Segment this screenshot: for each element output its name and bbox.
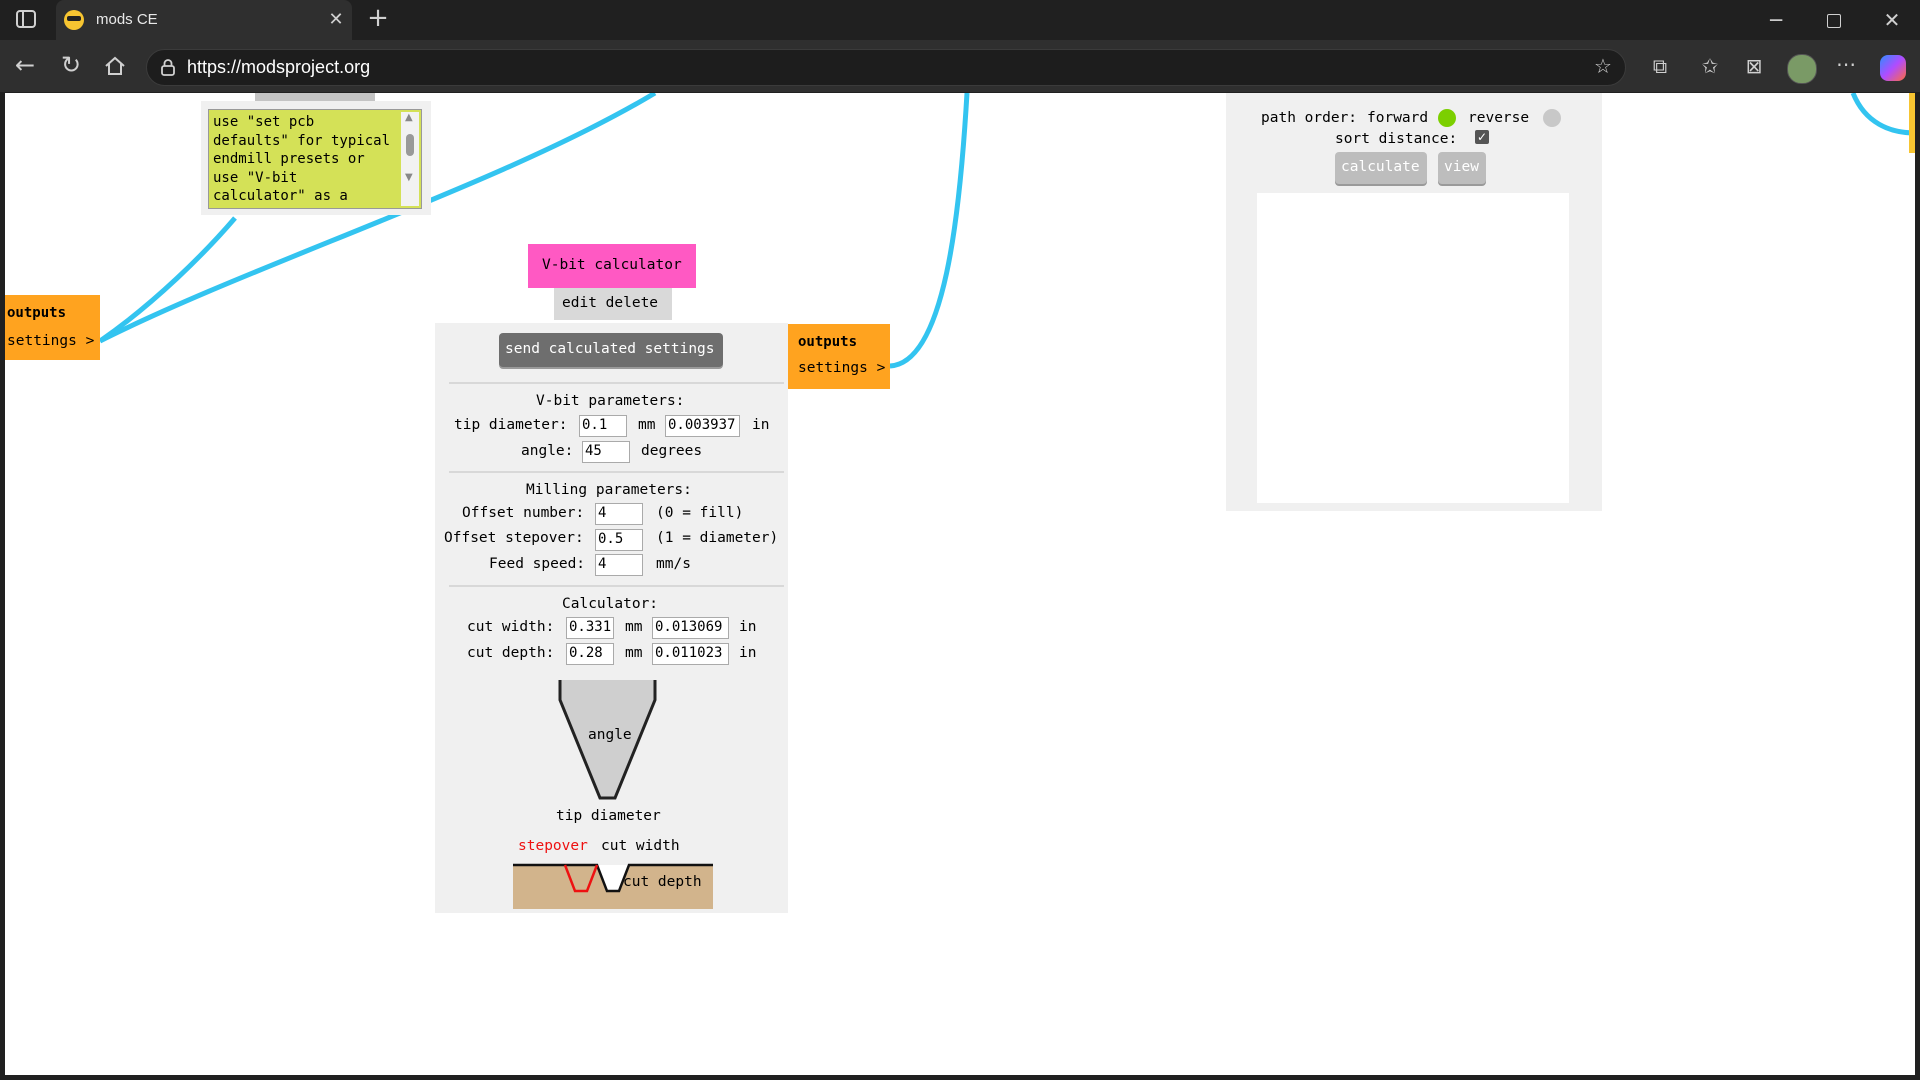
cut-depth-mm-input[interactable]: 0.28 (566, 643, 614, 665)
url-text[interactable]: https://modsproject.org (187, 57, 370, 78)
sidebar-toggle-icon[interactable] (14, 10, 38, 32)
tip-diameter-in-input[interactable]: 0.003937 (665, 415, 740, 437)
vbit-title[interactable]: V-bit calculator (528, 244, 696, 288)
diagram-tip-label: tip diameter (556, 808, 661, 824)
feed-speed-label: Feed speed: (489, 556, 586, 572)
mm-unit: mm (625, 619, 643, 635)
browser-tab[interactable]: mods CE ✕ (56, 0, 352, 40)
note-text: use "set pcb defaults" for typical endmi… (213, 114, 391, 204)
view-button[interactable]: view (1438, 152, 1486, 184)
home-icon[interactable] (104, 56, 128, 78)
offset-number-input[interactable]: 4 (595, 503, 643, 525)
address-bar[interactable]: https://modsproject.org ☆ (146, 49, 1626, 86)
forward-radio[interactable] (1438, 109, 1456, 127)
offset-stepover-hint: (1 = diameter) (656, 530, 779, 546)
sort-distance-label: sort distance: (1335, 131, 1458, 147)
minimize-icon[interactable]: ─ (1764, 10, 1788, 30)
edit-delete-text[interactable]: edit delete (562, 295, 658, 311)
reverse-label: reverse (1468, 110, 1530, 126)
tip-diameter-label: tip diameter: (454, 417, 568, 433)
forward-label: forward (1367, 110, 1429, 126)
new-tab-icon[interactable]: + (366, 5, 390, 31)
note-scrollbar[interactable]: ▲ ▼ (401, 112, 419, 206)
outputs-panel-left: outputs settings > (5, 295, 100, 360)
diagram-cut-depth-label: cut depth (623, 874, 702, 890)
cut-depth-in-input[interactable]: 0.011023 (652, 643, 729, 665)
in-unit: in (752, 417, 770, 433)
separator (449, 382, 784, 384)
restore-icon[interactable] (1827, 14, 1841, 28)
feed-speed-unit: mm/s (656, 556, 691, 572)
outputs-panel-right: outputs settings > (788, 324, 890, 389)
sort-distance-checkbox[interactable]: ✓ (1475, 130, 1489, 144)
angle-label: angle: (521, 443, 574, 459)
offset-stepover-label: Offset stepover: (444, 530, 584, 546)
extensions-icon[interactable]: ⧉ (1648, 56, 1672, 76)
separator (449, 471, 784, 473)
note-textarea[interactable]: use "set pcb defaults" for typical endmi… (208, 109, 422, 209)
angle-input[interactable]: 45 (582, 441, 630, 463)
tab-favicon-icon (64, 10, 84, 30)
diagram-angle-label: angle (588, 727, 632, 743)
tab-title: mods CE (96, 11, 158, 28)
diagram-stepover-label: stepover (518, 838, 588, 854)
outputs-title: outputs (798, 334, 858, 350)
milling-params-heading: Milling parameters: (526, 482, 692, 498)
calculator-heading: Calculator: (562, 596, 659, 612)
mods-canvas[interactable]: use "set pcb defaults" for typical endmi… (5, 93, 1915, 1075)
edit-delete-bar[interactable]: edit delete (554, 288, 672, 320)
favorite-star-icon[interactable]: ☆ (1591, 56, 1615, 76)
vbit-title-text: V-bit calculator (542, 257, 682, 273)
offscreen-module-edge[interactable] (1909, 93, 1915, 153)
in-unit: in (739, 619, 757, 635)
profile-avatar[interactable] (1787, 54, 1817, 84)
collections-icon[interactable]: ⊠ (1742, 56, 1766, 76)
cut-depth-label: cut depth: (467, 645, 555, 661)
more-options-icon[interactable]: ⋯ (1834, 54, 1858, 74)
reload-icon[interactable]: ↻ (58, 53, 84, 77)
favorites-icon[interactable]: ✩ (1698, 56, 1722, 76)
copilot-icon[interactable] (1880, 55, 1906, 81)
outputs-title: outputs (7, 305, 67, 321)
degrees-unit: degrees (641, 443, 703, 459)
site-info-icon[interactable] (159, 58, 177, 76)
back-icon[interactable]: ← (12, 53, 38, 77)
settings-output[interactable]: settings > (7, 333, 94, 349)
separator (449, 585, 784, 587)
close-window-icon[interactable]: ✕ (1880, 10, 1904, 30)
diagram-cut-width-label: cut width (601, 838, 680, 854)
settings-output[interactable]: settings > (798, 360, 885, 376)
connection-wires (98, 93, 1915, 369)
reverse-radio[interactable] (1543, 109, 1561, 127)
path-order-label: path order: (1261, 110, 1358, 126)
path-preview-canvas[interactable] (1257, 193, 1569, 503)
offset-number-hint: (0 = fill) (656, 505, 744, 521)
close-tab-icon[interactable]: ✕ (326, 10, 346, 30)
vbit-params-heading: V-bit parameters: (536, 393, 685, 409)
module-strip (255, 93, 375, 101)
mm-unit: mm (638, 417, 656, 433)
offset-stepover-input[interactable]: 0.5 (595, 529, 643, 551)
tip-diameter-mm-input[interactable]: 0.1 (579, 415, 627, 437)
cut-width-mm-input[interactable]: 0.331 (566, 617, 614, 639)
cut-width-in-input[interactable]: 0.013069 (652, 617, 729, 639)
cut-width-label: cut width: (467, 619, 555, 635)
vbit-diagram (558, 680, 657, 800)
calculate-button[interactable]: calculate (1335, 152, 1427, 184)
mm-unit: mm (625, 645, 643, 661)
feed-speed-input[interactable]: 4 (595, 554, 643, 576)
in-unit: in (739, 645, 757, 661)
send-calculated-settings-button[interactable]: send calculated settings (499, 333, 723, 367)
offset-number-label: Offset number: (462, 505, 585, 521)
